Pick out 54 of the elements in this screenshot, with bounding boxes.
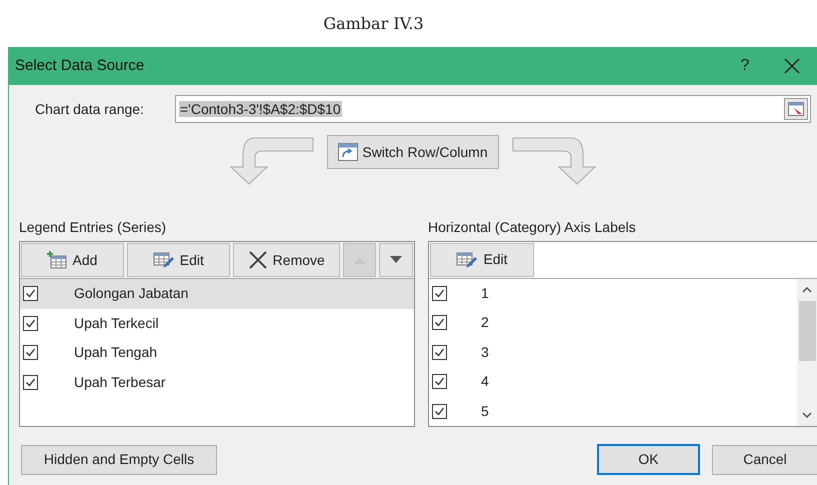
axis-label: 2 xyxy=(481,313,489,332)
checkbox[interactable] xyxy=(23,286,38,302)
axis-label: 3 xyxy=(481,342,489,362)
edit-table-icon xyxy=(456,250,478,269)
help-button[interactable]: ? xyxy=(723,47,767,85)
section-title: Legend Entries (Series) xyxy=(19,218,168,237)
window-title: Select Data Source xyxy=(15,56,146,76)
switch-icon xyxy=(338,143,358,161)
collapse-button[interactable] xyxy=(784,98,808,120)
checkbox[interactable] xyxy=(23,316,38,331)
ok-button[interactable]: OK xyxy=(597,444,700,475)
section-title: Horizontal (Category) Axis Labels xyxy=(428,218,637,237)
check-icon xyxy=(25,318,36,329)
cancel-button[interactable]: Cancel xyxy=(712,444,817,474)
checkbox[interactable] xyxy=(432,404,447,419)
scrollbar[interactable] xyxy=(797,278,817,426)
axis-label: 5 xyxy=(481,402,489,421)
down-arrow-icon xyxy=(390,256,402,264)
axis-label: 1 xyxy=(481,284,489,303)
close-icon xyxy=(248,251,268,269)
checkbox[interactable] xyxy=(432,374,447,390)
check-icon xyxy=(434,317,445,328)
checkbox[interactable] xyxy=(432,344,447,360)
checkbox[interactable] xyxy=(23,374,38,390)
switch-button[interactable]: Switch Row/Column xyxy=(327,135,499,169)
axis-label: 4 xyxy=(481,372,489,392)
check-icon xyxy=(434,406,445,417)
range-select-icon xyxy=(788,102,804,116)
check-icon xyxy=(434,288,445,299)
add-button[interactable]: Add xyxy=(21,243,124,277)
edit-button[interactable]: Edit xyxy=(430,243,534,276)
move-button[interactable] xyxy=(379,243,413,277)
field-label: Chart data range: xyxy=(35,100,145,119)
checkbox[interactable] xyxy=(23,345,38,360)
check-icon xyxy=(25,288,36,300)
remove-button[interactable]: Remove xyxy=(232,243,340,277)
checkbox[interactable] xyxy=(432,286,447,301)
series-item[interactable]: Upah Terbesar xyxy=(20,368,414,397)
series-item[interactable]: Golongan Jabatan xyxy=(20,279,414,308)
edit-button[interactable]: Edit xyxy=(126,243,230,277)
check-icon xyxy=(434,346,445,358)
check-icon xyxy=(25,376,36,388)
figure-caption: Gambar IV.3 xyxy=(323,12,424,34)
edit-table-icon xyxy=(152,251,175,269)
series-item[interactable]: Upah Terkecil xyxy=(20,308,414,338)
range-value: ='Contoh3-3'!$A$2:$D$10 xyxy=(179,100,342,116)
check-icon xyxy=(25,347,36,358)
close-icon xyxy=(784,58,800,74)
hidden-cells-button[interactable]: Hidden and Empty Cells xyxy=(21,444,217,474)
range-field[interactable]: ='Contoh3-3'!$A$2:$D$10 xyxy=(175,95,811,123)
checkbox[interactable] xyxy=(432,315,447,330)
series-item[interactable]: Upah Tengah xyxy=(20,338,414,368)
check-icon xyxy=(434,376,445,388)
add-table-icon xyxy=(47,251,68,269)
